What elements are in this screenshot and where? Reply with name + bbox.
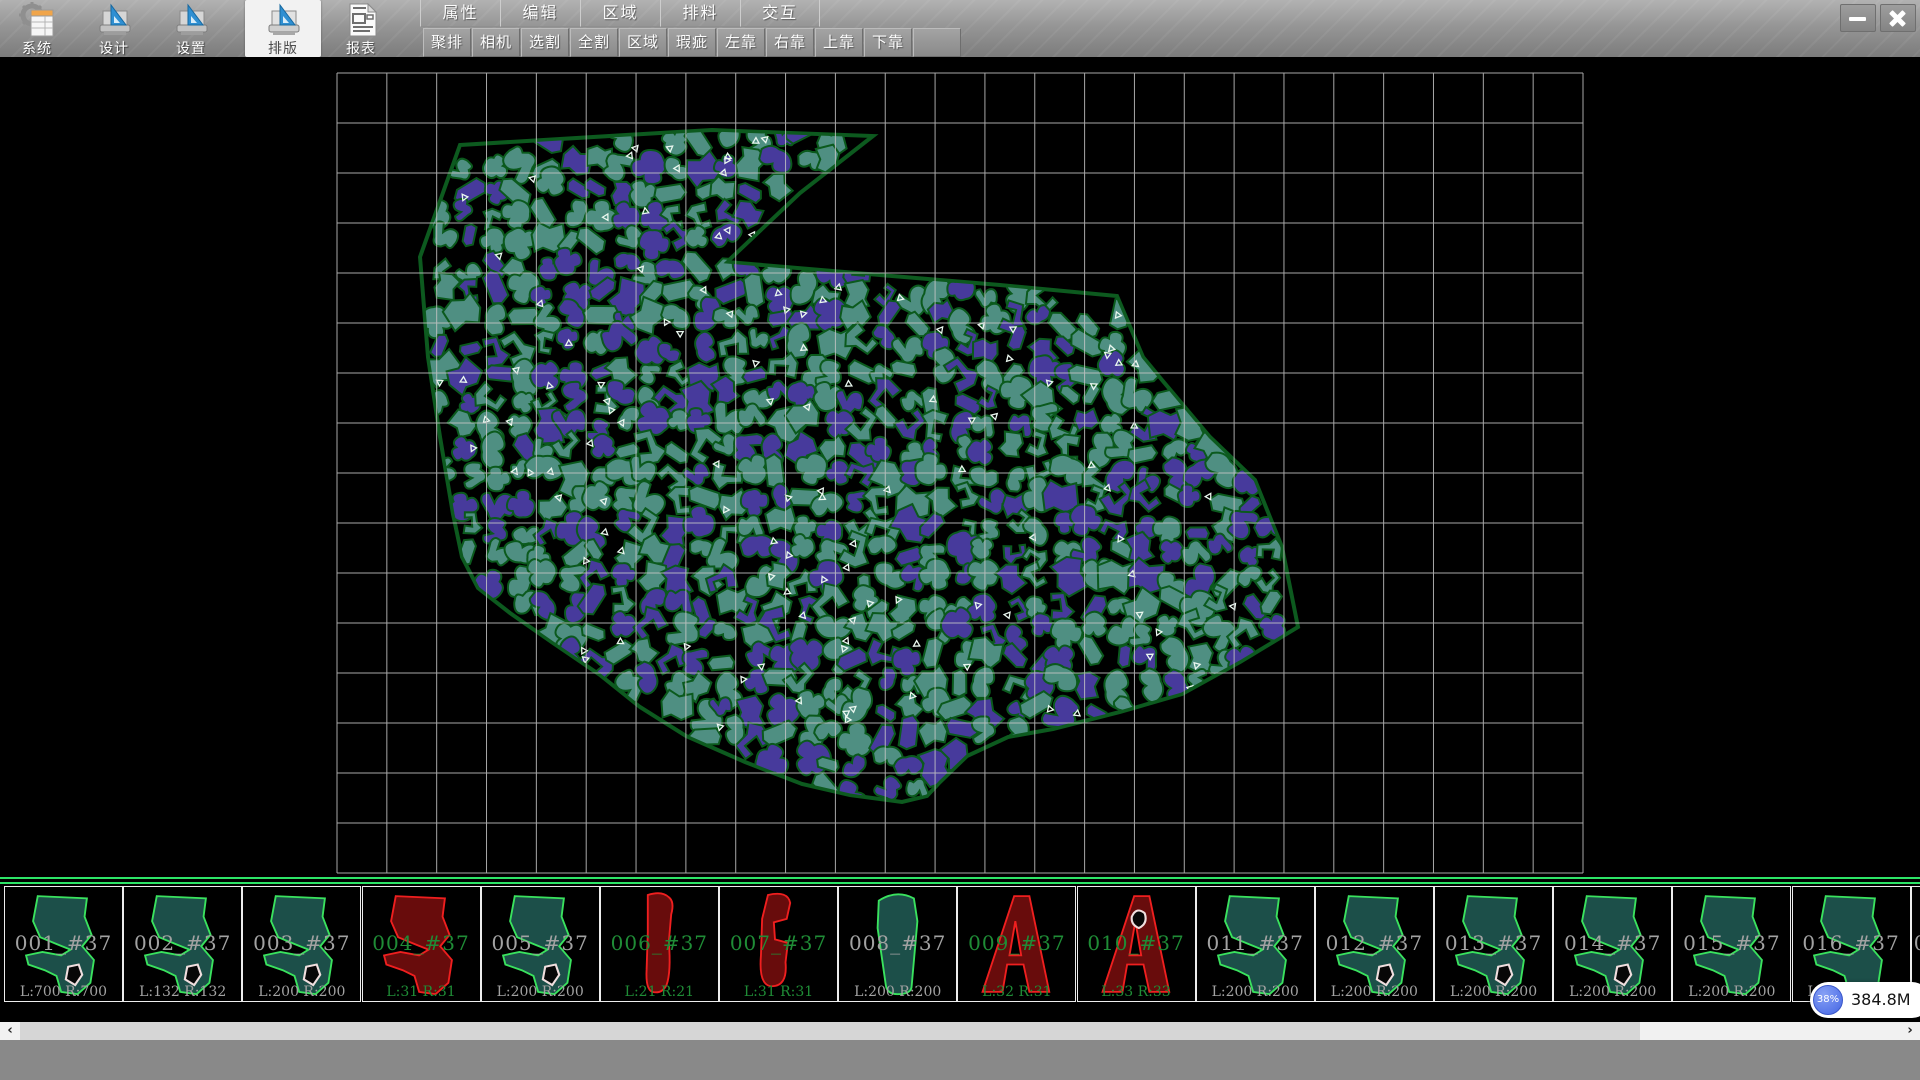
report-icon	[329, 2, 393, 38]
piece-id-label: 015_#37	[1673, 931, 1790, 955]
piece-count-label: L:33 R:33	[1078, 984, 1195, 1000]
thumbnail-001[interactable]: 001_#37 L:700 R:700	[4, 886, 123, 1002]
close-button[interactable]	[1880, 4, 1916, 32]
app-button-label: 报表	[329, 38, 393, 58]
menu-tab-1[interactable]: 编辑	[500, 0, 580, 27]
tool-button-5[interactable]: 瑕疵	[668, 28, 716, 57]
piece-count-label: L:200 R:200	[1197, 984, 1314, 1000]
memory-value: 384.8M	[1851, 982, 1911, 1018]
menu-tab-bar: 属性编辑区域排料交互	[420, 0, 820, 27]
piece-id-label: 001_#37	[5, 931, 122, 955]
thumbnail-015[interactable]: 015_#37 L:200 R:200	[1672, 886, 1791, 1002]
piece-id-label: 010_#37	[1078, 931, 1195, 955]
separator-line-bottom	[0, 882, 1920, 884]
tool-button-3[interactable]: 全割	[570, 28, 618, 57]
piece-id-label: 011_#37	[1197, 931, 1314, 955]
tool-button-1[interactable]: 相机	[472, 28, 520, 57]
app-button-label: 排版	[245, 38, 321, 58]
horizontal-scrollbar[interactable]: ‹ ›	[0, 1022, 1920, 1040]
piece-id-label: 006_#37	[601, 931, 718, 955]
thumbnail-002[interactable]: 002_#37 L:132 R:132	[123, 886, 242, 1002]
tool-button-4[interactable]: 区域	[619, 28, 667, 57]
thumbnail-004[interactable]: 004_#37 L:31 R:31	[362, 886, 481, 1002]
piece-id-label: 013_#37	[1435, 931, 1552, 955]
piece-id-label: 017_#37	[1912, 931, 1920, 955]
menu-tab-0[interactable]: 属性	[420, 0, 500, 27]
menu-tab-4[interactable]: 交互	[740, 0, 820, 27]
app-button-system[interactable]: 系统	[5, 0, 69, 57]
nesting-canvas[interactable]	[0, 57, 1920, 877]
window-controls	[1840, 4, 1916, 30]
piece-id-label: 005_#37	[482, 931, 599, 955]
piece-id-label: 002_#37	[124, 931, 241, 955]
piece-count-label: L:200 R:200	[1554, 984, 1671, 1000]
tool-button-7[interactable]: 右靠	[766, 28, 814, 57]
nesting-canvas-area	[0, 57, 1920, 877]
scrollbar-thumb[interactable]	[20, 1022, 1640, 1040]
piece-id-label: 012_#37	[1316, 931, 1433, 955]
scroll-left-arrow[interactable]: ‹	[0, 1022, 20, 1040]
piece-count-label: L:200 R:200	[1673, 984, 1790, 1000]
thumbnail-003[interactable]: 003_#37 L:200 R:200	[242, 886, 361, 1002]
menu-tab-3[interactable]: 排料	[660, 0, 740, 27]
piece-id-label: 003_#37	[243, 931, 360, 955]
progress-percent-badge: 38%	[1813, 985, 1843, 1015]
app-button-label: 系统	[5, 38, 69, 58]
piece-id-label: 016_#37	[1793, 931, 1910, 955]
piece-count-label: L:200 R:200	[839, 984, 956, 1000]
piece-count-label: L:21 R:21	[601, 984, 718, 1000]
menu-tab-2[interactable]: 区域	[580, 0, 660, 27]
piece-count-label: L:200 R:200	[482, 984, 599, 1000]
tool-button-9[interactable]: 下靠	[864, 28, 912, 57]
piece-count-label: L:31 R:31	[720, 984, 837, 1000]
thumbnail-008[interactable]: 008_#37 L:200 R:200	[838, 886, 957, 1002]
thumbnail-005[interactable]: 005_#37 L:200 R:200	[481, 886, 600, 1002]
piece-count-label: L:32 R:31	[958, 984, 1075, 1000]
piece-count-label: L:200 R:200	[1435, 984, 1552, 1000]
tool-button-6[interactable]: 左靠	[717, 28, 765, 57]
piece-id-label: 009_#37	[958, 931, 1075, 955]
piece-count-label: L:31 R:31	[363, 984, 480, 1000]
thumbnail-007[interactable]: 007_#37 L:31 R:31	[719, 886, 838, 1002]
scroll-right-arrow[interactable]: ›	[1900, 1022, 1920, 1040]
piece-count-label: L:200 R:200	[1316, 984, 1433, 1000]
app-button-label: 设置	[159, 38, 223, 58]
design-icon	[82, 2, 146, 38]
settings-icon	[159, 2, 223, 38]
piece-id-label: 008_#37	[839, 931, 956, 955]
minimize-button[interactable]	[1840, 4, 1876, 32]
thumbnail-011[interactable]: 011_#37 L:200 R:200	[1196, 886, 1315, 1002]
app-button-layout[interactable]: 排版	[245, 0, 321, 57]
app-button-design[interactable]: 设计	[82, 0, 146, 57]
system-icon	[5, 2, 69, 38]
piece-id-label: 007_#37	[720, 931, 837, 955]
top-toolbar: 系统 设计 设置	[0, 0, 1920, 57]
separator-line-top	[0, 877, 1920, 879]
thumbnail-009[interactable]: 009_#37 L:32 R:31	[957, 886, 1076, 1002]
layout-icon	[245, 2, 321, 38]
piece-id-label: 014_#37	[1554, 931, 1671, 955]
piece-id-label: 004_#37	[363, 931, 480, 955]
piece-count-label: L:700 R:700	[5, 984, 122, 1000]
piece-count-label: L:132 R:132	[124, 984, 241, 1000]
thumbnail-013[interactable]: 013_#37 L:200 R:200	[1434, 886, 1553, 1002]
app-button-report[interactable]: 报表	[329, 0, 393, 57]
status-bar	[0, 1040, 1920, 1080]
minimize-icon	[1849, 17, 1866, 21]
tool-button-2[interactable]: 选割	[521, 28, 569, 57]
piece-thumbnail-strip: 001_#37L:700 R:700002_#37L:132 R:132003_…	[0, 886, 1920, 1003]
tool-button-row: 聚排相机选割全割区域瑕疵左靠右靠上靠下靠	[423, 28, 962, 57]
piece-count-label: L:200 R:200	[243, 984, 360, 1000]
thumbnail-010[interactable]: 010_#37 L:33 R:33	[1077, 886, 1196, 1002]
app-button-settings[interactable]: 设置	[159, 0, 223, 57]
tool-button-10	[913, 28, 961, 57]
thumbnail-014[interactable]: 014_#37 L:200 R:200	[1553, 886, 1672, 1002]
thumbnail-012[interactable]: 012_#37 L:200 R:200	[1315, 886, 1434, 1002]
tool-button-8[interactable]: 上靠	[815, 28, 863, 57]
memory-progress-pill: 38% 384.8M	[1810, 982, 1920, 1018]
thumbnail-006[interactable]: 006_#37 L:21 R:21	[600, 886, 719, 1002]
tool-button-0[interactable]: 聚排	[423, 28, 471, 57]
app-button-label: 设计	[82, 38, 146, 58]
